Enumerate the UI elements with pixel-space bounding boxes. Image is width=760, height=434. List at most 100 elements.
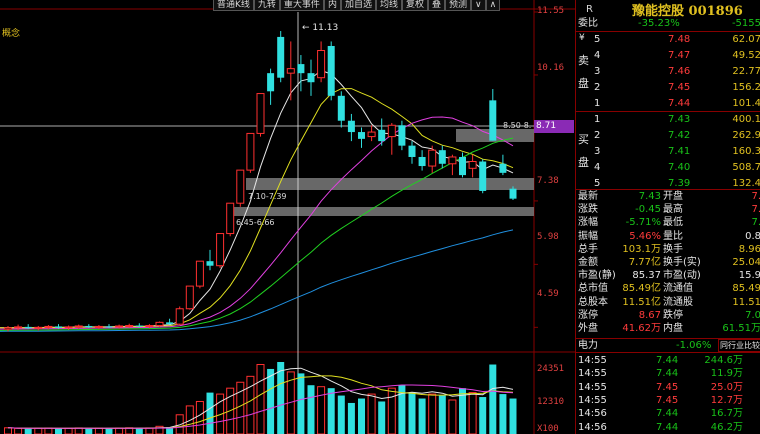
volume-bar-50 bbox=[509, 398, 517, 434]
tick-price: 7.44 bbox=[656, 355, 679, 366]
stat-value: 8.67 bbox=[638, 309, 661, 321]
stat-value: 7.43 bbox=[638, 191, 661, 202]
stat-value: 103.1万 bbox=[622, 243, 661, 255]
candle-body-43 bbox=[438, 150, 446, 164]
volume-bar-33 bbox=[337, 395, 345, 434]
tick-row-1: 14:55 7.44 11.9万 bbox=[576, 367, 760, 380]
candle-body-50 bbox=[509, 188, 517, 199]
volume-bar-36 bbox=[367, 393, 376, 434]
volume-bar-7 bbox=[74, 427, 83, 434]
stat-value: -5.71% bbox=[625, 217, 661, 229]
candle-body-40 bbox=[408, 145, 416, 157]
candle-body-20 bbox=[206, 261, 214, 266]
sell-volume: 156.2 bbox=[732, 82, 760, 93]
stat-label-2: 市盈(动) bbox=[663, 270, 701, 282]
buy-level: 4 bbox=[594, 162, 601, 173]
sell-side-char-0: 卖 bbox=[578, 54, 589, 67]
toolbar-item-4[interactable]: 加自选 bbox=[340, 0, 376, 11]
vol-ma20-line bbox=[7, 384, 514, 429]
stat-value-2: 0.8 bbox=[745, 230, 760, 242]
tick-time: 14:56 bbox=[578, 421, 607, 433]
volume-bar-25 bbox=[256, 364, 265, 434]
stat-label: 金额 bbox=[578, 257, 598, 268]
tick-time: 14:55 bbox=[578, 355, 607, 366]
buy-level: 2 bbox=[594, 130, 601, 141]
tick-price: 7.44 bbox=[656, 368, 679, 380]
toolbar-item-2[interactable]: 重大事件 bbox=[279, 0, 324, 11]
sell-volume: 49.52 bbox=[732, 50, 760, 61]
vol-unit: X100 bbox=[537, 424, 559, 434]
toolbar-item-5[interactable]: 均线 bbox=[375, 0, 402, 11]
stat-row-1: 涨跌 -0.45最高 7. bbox=[576, 203, 760, 216]
toolbar-item-9[interactable]: ∨ bbox=[471, 0, 486, 11]
candle-body-29 bbox=[297, 64, 305, 74]
buy-row-0: 1 7.43 400.1 bbox=[576, 113, 760, 126]
candle-body-14 bbox=[145, 325, 154, 328]
toolbar-item-1[interactable]: 九转 bbox=[253, 0, 280, 11]
weibi-pct: -35.23% bbox=[638, 18, 680, 29]
sell-level: 4 bbox=[594, 50, 601, 61]
kline-chart[interactable]: ← 11.13 7.10-7.39 6.45-6.66 8.50-8. 普通K线 九转重… bbox=[0, 0, 575, 434]
volume-bar-10 bbox=[105, 428, 113, 434]
weibi-label: 委比 bbox=[578, 18, 598, 29]
volume-bar-37 bbox=[378, 401, 386, 434]
candle-body-11 bbox=[115, 325, 124, 328]
stat-label-2: 内盘 bbox=[663, 323, 683, 334]
ma60-line bbox=[0, 229, 514, 332]
high-annotation: ← 11.13 bbox=[302, 23, 338, 33]
zone2-label: 7.10-7.39 bbox=[248, 192, 287, 201]
stat-value-2: 7. bbox=[751, 204, 760, 216]
panel-sep-5 bbox=[576, 352, 760, 353]
candle-body-33 bbox=[337, 95, 345, 121]
stat-label: 涨幅 bbox=[578, 217, 598, 229]
tick-volume: 25.0万 bbox=[710, 381, 743, 393]
toolbar-item-8[interactable]: 预测 bbox=[445, 0, 472, 11]
weibi-val: -5155 bbox=[731, 18, 760, 29]
sell-level: 1 bbox=[594, 98, 601, 109]
tick-row-4: 14:56 7.44 16.7万 bbox=[576, 407, 760, 420]
toolbar-item-7[interactable]: 叠 bbox=[428, 0, 446, 11]
candle-body-19 bbox=[195, 260, 204, 287]
stat-label: 总手 bbox=[578, 243, 598, 255]
sell-row-4: 1 7.44 101.4 bbox=[576, 97, 760, 110]
stock-title[interactable]: 豫能控股 001896 bbox=[606, 0, 743, 19]
sell-volume: 101.4 bbox=[732, 98, 760, 109]
candle-body-3 bbox=[34, 326, 43, 329]
buy-price: 7.42 bbox=[668, 130, 691, 141]
tick-row-0: 14:55 7.44 244.6万 bbox=[576, 354, 760, 367]
candle-body-31 bbox=[317, 50, 326, 79]
y-label-6: 4.59 bbox=[537, 289, 559, 299]
stat-row-8: 总股本 11.51亿 流通股 11.51 bbox=[576, 296, 760, 309]
buy-price: 7.40 bbox=[668, 162, 691, 173]
volume-bar-42 bbox=[428, 393, 437, 434]
panel-sep-2 bbox=[576, 111, 760, 112]
volume-bar-1 bbox=[14, 427, 23, 434]
stat-value: 85.37 bbox=[632, 270, 661, 282]
candle-body-0 bbox=[4, 327, 12, 330]
stat-value: 7.77亿 bbox=[628, 257, 661, 268]
sell-price: 7.45 bbox=[668, 82, 691, 93]
candle-body-46 bbox=[468, 161, 477, 169]
current-price-tag: 8.71 bbox=[534, 120, 574, 133]
candle-body-26 bbox=[267, 73, 275, 92]
candle-body-30 bbox=[307, 73, 315, 83]
candle-body-21 bbox=[216, 233, 225, 267]
volume-bar-13 bbox=[135, 428, 143, 434]
toolbar-item-6[interactable]: 复权 bbox=[401, 0, 428, 11]
sector-pct: -1.06% bbox=[676, 340, 712, 351]
ma30-line bbox=[0, 137, 514, 331]
sector-compare-tab[interactable]: 同行业比较 bbox=[718, 339, 760, 352]
stat-label-2: 换手 bbox=[663, 243, 683, 255]
candle-body-18 bbox=[185, 285, 194, 310]
toolbar-item-0[interactable]: 普通K线 bbox=[213, 0, 254, 11]
concept-label[interactable]: 概念 bbox=[2, 26, 20, 39]
stat-value: -0.45 bbox=[635, 204, 661, 216]
candle-body-5 bbox=[55, 326, 62, 328]
toolbar-item-3[interactable]: 内 bbox=[323, 0, 341, 11]
volume-bar-0 bbox=[4, 427, 12, 434]
y-label-4: 7.38 bbox=[537, 176, 559, 186]
toolbar-item-10[interactable]: ∧ bbox=[485, 0, 501, 11]
candle-body-27 bbox=[277, 36, 285, 78]
stat-label-2: 最低 bbox=[663, 217, 683, 229]
sector-row: 电力 -1.06% 同行业比较 bbox=[576, 339, 760, 352]
